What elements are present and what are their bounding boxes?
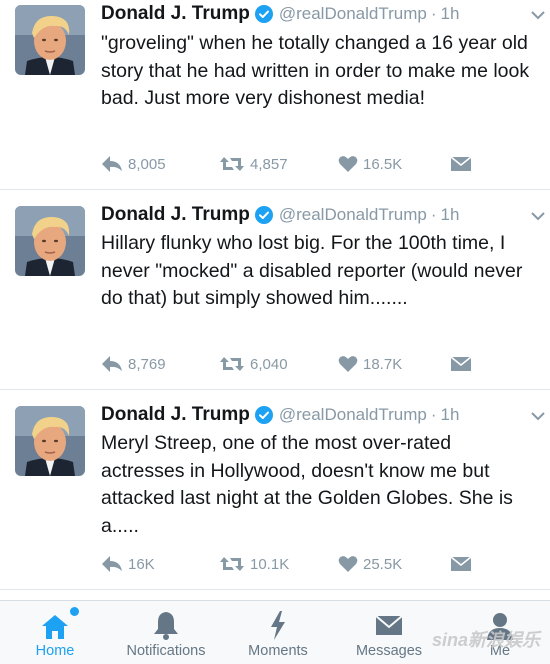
reply-icon bbox=[102, 156, 122, 172]
author-name[interactable]: Donald J. Trump bbox=[101, 204, 250, 226]
heart-icon bbox=[338, 156, 358, 172]
avatar[interactable] bbox=[15, 206, 85, 276]
chevron-down-icon[interactable] bbox=[530, 409, 546, 421]
author-name[interactable]: Donald J. Trump bbox=[101, 3, 250, 25]
tweet-text: "groveling" when he totally changed a 16… bbox=[101, 32, 530, 109]
new-content-indicator bbox=[70, 607, 79, 616]
envelope-icon bbox=[450, 156, 472, 171]
like-button[interactable]: 16.5K bbox=[338, 152, 402, 176]
bell-icon bbox=[149, 609, 183, 641]
envelope-icon bbox=[372, 609, 406, 641]
tweet[interactable]: Donald J. Trump @realDonaldTrump · 1h Me… bbox=[0, 390, 550, 590]
chevron-down-icon[interactable] bbox=[530, 8, 546, 20]
like-button[interactable]: 25.5K bbox=[338, 552, 402, 576]
retweet-icon bbox=[220, 357, 244, 371]
envelope-icon bbox=[450, 356, 472, 371]
retweet-icon bbox=[220, 157, 244, 171]
author-handle[interactable]: @realDonaldTrump bbox=[279, 405, 427, 425]
tab-messages[interactable]: Messages bbox=[334, 601, 444, 664]
heart-icon bbox=[338, 356, 358, 372]
envelope-icon bbox=[450, 556, 472, 571]
separator-dot: · bbox=[430, 4, 437, 23]
reply-count: 16K bbox=[128, 555, 155, 573]
heart-icon bbox=[338, 556, 358, 572]
tab-label: Moments bbox=[248, 643, 308, 659]
reply-icon bbox=[102, 556, 122, 572]
retweet-count: 6,040 bbox=[250, 355, 288, 373]
tweet-actions: 16K 10.1K 25.5K bbox=[101, 552, 490, 576]
retweet-count: 4,857 bbox=[250, 155, 288, 173]
watermark-logo: sina新浪娱乐 bbox=[432, 630, 541, 650]
reply-button[interactable]: 16K bbox=[101, 552, 155, 576]
author-handle[interactable]: @realDonaldTrump bbox=[279, 4, 427, 24]
reply-button[interactable]: 8,005 bbox=[101, 152, 166, 176]
tweet-header: Donald J. Trump @realDonaldTrump · 1h bbox=[101, 0, 540, 30]
author-handle[interactable]: @realDonaldTrump bbox=[279, 205, 427, 225]
separator-dot: · bbox=[430, 205, 437, 224]
like-count: 25.5K bbox=[363, 555, 403, 573]
direct-message-button[interactable] bbox=[450, 552, 472, 576]
tab-label: Messages bbox=[355, 643, 423, 659]
retweet-button[interactable]: 4,857 bbox=[219, 152, 288, 176]
chevron-down-icon[interactable] bbox=[530, 209, 546, 221]
verified-badge-icon bbox=[254, 5, 273, 23]
tweet-actions: 8,005 4,857 16.5K bbox=[101, 152, 490, 176]
tweet-header: Donald J. Trump @realDonaldTrump · 1h bbox=[101, 399, 540, 431]
author-name[interactable]: Donald J. Trump bbox=[101, 404, 250, 426]
timestamp[interactable]: 1h bbox=[441, 4, 460, 24]
reply-icon bbox=[102, 356, 122, 372]
lightning-icon bbox=[261, 609, 295, 641]
tweet[interactable]: Donald J. Trump @realDonaldTrump · 1h Hi… bbox=[0, 190, 550, 390]
tweet-text: Hillary flunky who lost big. For the 100… bbox=[101, 232, 523, 309]
reply-count: 8,005 bbox=[128, 155, 166, 173]
timestamp[interactable]: 1h bbox=[441, 205, 460, 225]
verified-badge-icon bbox=[254, 206, 273, 224]
retweet-button[interactable]: 6,040 bbox=[219, 352, 288, 376]
tweet[interactable]: Donald J. Trump @realDonaldTrump · 1h "g… bbox=[0, 0, 550, 190]
tweet-text: Meryl Streep, one of the most over-rated… bbox=[101, 432, 513, 537]
retweet-count: 10.1K bbox=[250, 555, 290, 573]
like-button[interactable]: 18.7K bbox=[338, 352, 402, 376]
tab-notifications[interactable]: Notifications bbox=[111, 601, 221, 664]
like-count: 18.7K bbox=[363, 355, 403, 373]
avatar[interactable] bbox=[15, 5, 85, 75]
timestamp[interactable]: 1h bbox=[441, 405, 460, 425]
home-icon bbox=[38, 609, 72, 641]
retweet-button[interactable]: 10.1K bbox=[219, 552, 289, 576]
tab-moments[interactable]: Moments bbox=[223, 601, 333, 664]
verified-badge-icon bbox=[254, 406, 273, 424]
direct-message-button[interactable] bbox=[450, 152, 472, 176]
tweet-header: Donald J. Trump @realDonaldTrump · 1h bbox=[101, 199, 540, 231]
separator-dot: · bbox=[430, 405, 437, 424]
like-count: 16.5K bbox=[363, 155, 403, 173]
reply-button[interactable]: 8,769 bbox=[101, 352, 166, 376]
timeline-feed[interactable]: Donald J. Trump @realDonaldTrump · 1h "g… bbox=[0, 0, 550, 600]
tab-label: Home bbox=[35, 643, 75, 659]
avatar[interactable] bbox=[15, 406, 85, 476]
direct-message-button[interactable] bbox=[450, 352, 472, 376]
reply-count: 8,769 bbox=[128, 355, 166, 373]
tab-home[interactable]: Home bbox=[0, 601, 110, 664]
tweet-actions: 8,769 6,040 18.7K bbox=[101, 352, 490, 376]
tab-label: Notifications bbox=[126, 643, 206, 659]
retweet-icon bbox=[220, 557, 244, 571]
